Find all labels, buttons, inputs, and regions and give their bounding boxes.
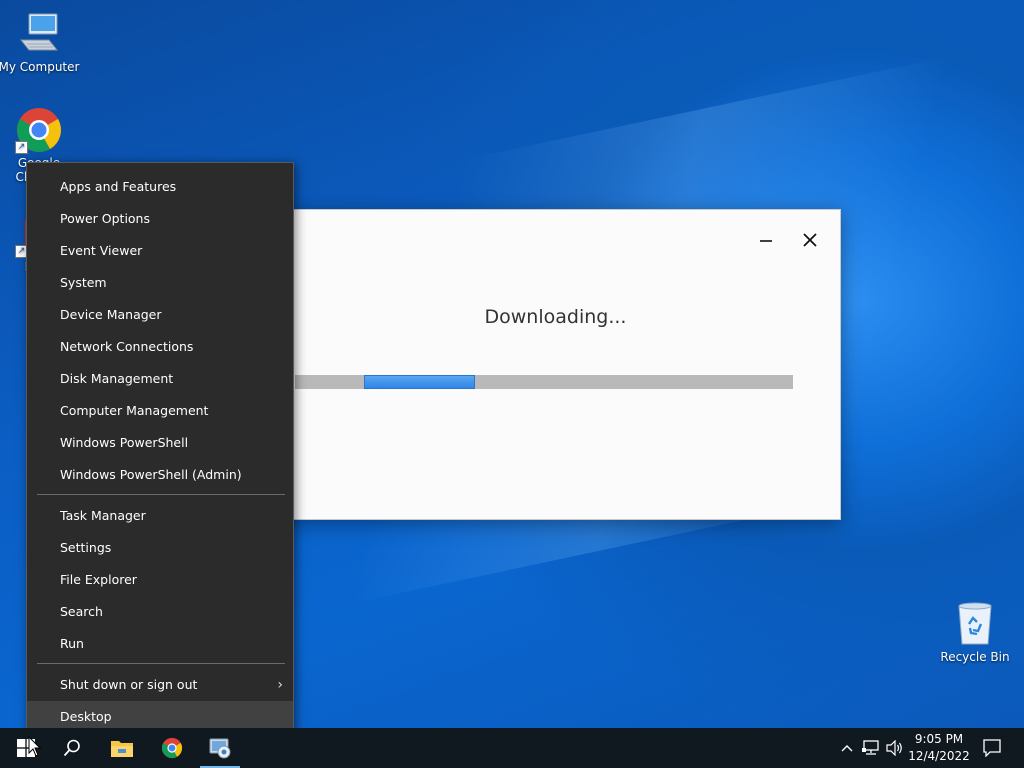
menu-item-windows-powershell-admin[interactable]: Windows PowerShell (Admin) <box>27 459 293 491</box>
menu-separator <box>37 494 285 495</box>
chrome-icon: ↗ <box>15 106 63 154</box>
chrome-icon <box>161 737 183 759</box>
menu-item-file-explorer[interactable]: File Explorer <box>27 564 293 596</box>
chevron-right-icon: › <box>277 677 283 693</box>
menu-item-device-manager[interactable]: Device Manager <box>27 299 293 331</box>
menu-item-apps-and-features[interactable]: Apps and Features <box>27 171 293 203</box>
download-status-text: Downloading... <box>484 306 627 328</box>
taskbar-file-explorer[interactable] <box>98 728 146 768</box>
mouse-cursor-icon <box>28 736 42 757</box>
notifications-button[interactable] <box>978 728 1006 768</box>
menu-item-windows-powershell[interactable]: Windows PowerShell <box>27 427 293 459</box>
clock-time: 9:05 PM <box>914 732 964 746</box>
progress-bar-fill <box>364 375 475 389</box>
shortcut-arrow-icon: ↗ <box>15 141 28 154</box>
network-tray-button[interactable] <box>860 728 882 768</box>
menu-item-event-viewer[interactable]: Event Viewer <box>27 235 293 267</box>
start-button[interactable] <box>2 728 50 768</box>
show-hidden-icons-button[interactable] <box>838 728 856 768</box>
clock-date: 12/4/2022 <box>908 749 970 763</box>
taskbar-clock[interactable]: 9:05 PM 12/4/2022 <box>902 731 976 765</box>
downloader-app-icon <box>209 738 231 759</box>
notification-icon <box>983 739 1001 757</box>
desktop-icon-label: My Computer <box>0 60 80 74</box>
minimize-icon <box>760 240 772 242</box>
download-window: Downloading... <box>270 209 841 520</box>
search-icon <box>63 739 80 757</box>
menu-item-system[interactable]: System <box>27 267 293 299</box>
desktop-icon-label: Recycle Bin <box>940 650 1010 664</box>
taskbar: 9:05 PM 12/4/2022 <box>0 728 1024 768</box>
minimize-button[interactable] <box>751 228 781 252</box>
menu-separator <box>37 663 285 664</box>
progress-bar <box>295 375 793 389</box>
menu-item-computer-management[interactable]: Computer Management <box>27 395 293 427</box>
folder-icon <box>111 741 133 757</box>
desktop-icon-my-computer[interactable]: My Computer <box>0 10 81 74</box>
taskbar-chrome[interactable] <box>148 728 196 768</box>
menu-item-search[interactable]: Search <box>27 596 293 628</box>
menu-item-shut-down-or-sign-out[interactable]: Shut down or sign out › <box>27 669 293 701</box>
menu-item-task-manager[interactable]: Task Manager <box>27 500 293 532</box>
menu-item-network-connections[interactable]: Network Connections <box>27 331 293 363</box>
menu-item-settings[interactable]: Settings <box>27 532 293 564</box>
computer-icon <box>15 10 63 58</box>
chevron-up-icon <box>841 745 853 752</box>
menu-item-power-options[interactable]: Power Options <box>27 203 293 235</box>
winx-context-menu: Apps and Features Power Options Event Vi… <box>26 162 294 740</box>
close-icon <box>803 233 817 247</box>
menu-item-run[interactable]: Run <box>27 628 293 660</box>
close-button[interactable] <box>795 228 825 252</box>
recycle-bin-icon <box>951 600 999 648</box>
taskbar-downloader-app[interactable] <box>198 728 242 768</box>
desktop-icon-recycle-bin[interactable]: Recycle Bin <box>933 600 1017 664</box>
taskbar-search-button[interactable] <box>48 728 96 768</box>
menu-item-disk-management[interactable]: Disk Management <box>27 363 293 395</box>
desktop: My Computer ↗ Google Chrome ↗ Data <box>0 0 1024 768</box>
network-icon <box>862 740 879 755</box>
